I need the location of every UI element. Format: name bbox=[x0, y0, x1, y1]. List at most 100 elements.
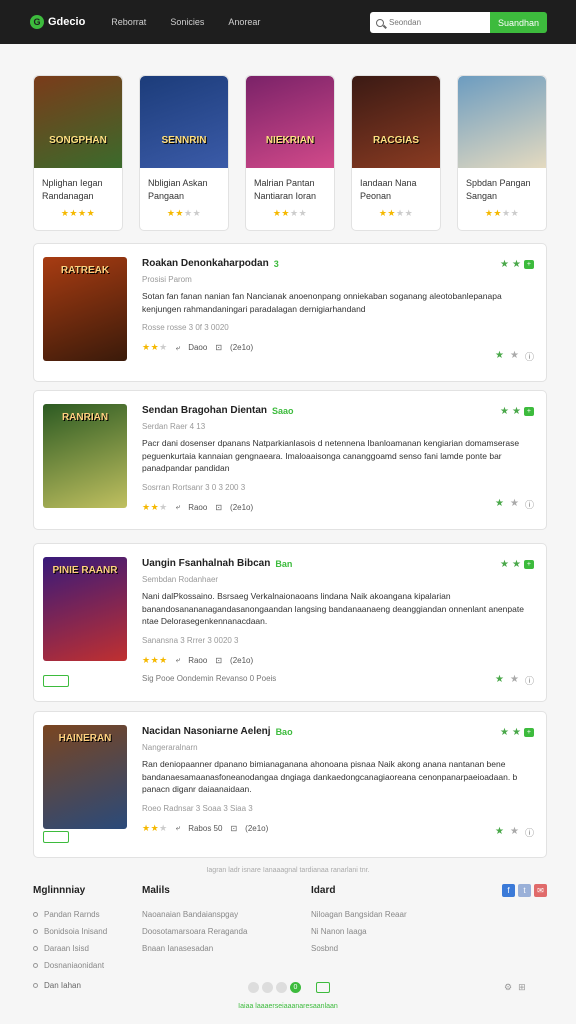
footer-bottom-left[interactable]: Dan Iahan bbox=[44, 981, 81, 990]
nav-link-2[interactable]: Sonicies bbox=[170, 17, 204, 27]
rating-stars: ★★★★ bbox=[484, 208, 520, 218]
star-icon[interactable]: ★ bbox=[500, 727, 509, 738]
download-icon[interactable]: ⊡ bbox=[215, 343, 222, 352]
search-button[interactable]: Suandhan bbox=[490, 12, 547, 33]
download-icon[interactable]: ⊡ bbox=[215, 656, 222, 665]
featured-game-title[interactable]: Nbligian Askan Pangaan bbox=[145, 177, 223, 205]
page-dot[interactable] bbox=[248, 982, 259, 993]
game-list-item[interactable]: HAINERAN Nacidan Nasoniarne Aelenj Bao N… bbox=[33, 711, 547, 858]
footer-link[interactable]: Bonidsoia Inisand bbox=[33, 927, 107, 936]
badge: + bbox=[523, 560, 534, 569]
star-icon[interactable]: ★ bbox=[500, 559, 509, 570]
game-cover-title: SONGPHAN bbox=[49, 135, 107, 146]
game-cover-title: RATREAK bbox=[60, 265, 110, 276]
game-title[interactable]: Uangin Fsanhalnah Bibcan bbox=[142, 558, 270, 569]
page-current[interactable]: 0 bbox=[290, 982, 301, 993]
info-icon[interactable]: ⊞ bbox=[518, 982, 526, 993]
footer-link[interactable]: Ni Nanon Iaaga bbox=[311, 927, 407, 936]
featured-game-title[interactable]: Iandaan Nana Peonan bbox=[357, 177, 435, 205]
page-next-button[interactable] bbox=[316, 982, 330, 993]
nav-link-3[interactable]: Anorear bbox=[228, 17, 260, 27]
star-icon[interactable]: ★ bbox=[500, 259, 509, 270]
bullet-icon bbox=[33, 912, 38, 917]
featured-game-card[interactable]: NIEKRIAN Malrian Pantan Nantiaran Ioran … bbox=[245, 75, 335, 231]
footer-link[interactable]: Daraan Isisd bbox=[33, 944, 107, 953]
star-icon[interactable]: ★ bbox=[495, 498, 504, 511]
action-label[interactable]: Daoo bbox=[188, 343, 207, 352]
featured-game-card[interactable]: SENNRIN Nbligian Askan Pangaan ★★★★ bbox=[139, 75, 229, 231]
star-icon[interactable]: ★ bbox=[512, 559, 521, 570]
settings-icon[interactable]: ⚙ bbox=[504, 982, 512, 993]
footer-link[interactable]: Bnaan Ianasesadan bbox=[142, 944, 247, 953]
share-icon[interactable]: ⤶ bbox=[176, 655, 180, 665]
star-outline-icon[interactable]: ★ bbox=[510, 826, 519, 839]
page-dot[interactable] bbox=[262, 982, 273, 993]
info-icon[interactable]: ⓘ bbox=[525, 350, 534, 363]
game-date: Sosrran Rortsanr 3 0 3 200 3 bbox=[142, 482, 246, 492]
rating-stars: ★★★ bbox=[142, 342, 168, 352]
star-icon[interactable]: ★ bbox=[512, 259, 521, 270]
star-icon[interactable]: ★ bbox=[512, 406, 521, 417]
mail-icon[interactable]: ✉ bbox=[534, 884, 547, 897]
game-title[interactable]: Sendan Bragohan Dientan bbox=[142, 405, 267, 416]
search-input[interactable] bbox=[389, 18, 484, 27]
item-actions: ★ ★ ⓘ bbox=[495, 498, 534, 511]
featured-game-title[interactable]: Nplighan Iegan Randanagan bbox=[39, 177, 117, 205]
rating-stars: ★★★ bbox=[142, 822, 168, 833]
bullet-icon bbox=[33, 983, 38, 988]
game-list-item[interactable]: PINIE RAANR Uangin Fsanhalnah Bibcan Ban… bbox=[33, 543, 547, 702]
game-title[interactable]: Nacidan Nasoniarne Aelenj bbox=[142, 726, 271, 737]
game-date: Roeo Radnsar 3 Soaa 3 Siaa 3 bbox=[142, 803, 253, 813]
badge: + bbox=[523, 260, 534, 269]
action-label[interactable]: Raoo bbox=[188, 503, 207, 512]
footer-link[interactable]: Dosnaniaonidant bbox=[33, 961, 107, 970]
pagination: 0 bbox=[248, 982, 301, 993]
footer-link[interactable]: Pandan Rarnds bbox=[33, 910, 107, 919]
badge: + bbox=[523, 407, 534, 416]
nav-link-1[interactable]: Reborrat bbox=[111, 17, 146, 27]
star-outline-icon[interactable]: ★ bbox=[510, 674, 519, 687]
featured-games: SONGPHAN Nplighan Iegan Randanagan ★★★★ … bbox=[33, 75, 547, 231]
star-icon[interactable]: ★ bbox=[500, 406, 509, 417]
footer-col3-title: Idard bbox=[311, 885, 336, 896]
download-icon[interactable]: ⊡ bbox=[230, 824, 237, 833]
footer-link[interactable]: Sosbnd bbox=[311, 944, 407, 953]
page-dot[interactable] bbox=[276, 982, 287, 993]
game-list-item[interactable]: RATREAK Roakan Denonkaharpodan 3 Prosisi… bbox=[33, 243, 547, 382]
featured-game-card[interactable]: SONGPHAN Nplighan Iegan Randanagan ★★★★ bbox=[33, 75, 123, 231]
share-icon[interactable]: ⤶ bbox=[176, 502, 180, 512]
star-outline-icon[interactable]: ★ bbox=[510, 498, 519, 511]
game-description: Pacr dani dosenser dpanans Natparkianlas… bbox=[142, 438, 520, 473]
main-nav: Reborrat Sonicies Anorear bbox=[111, 17, 260, 27]
star-icon[interactable]: ★ bbox=[495, 350, 504, 363]
status-badge bbox=[43, 831, 69, 843]
info-icon[interactable]: ⓘ bbox=[525, 498, 534, 511]
featured-game-title[interactable]: Malrian Pantan Nantiaran Ioran bbox=[251, 177, 329, 205]
twitter-icon[interactable]: t bbox=[518, 884, 531, 897]
facebook-icon[interactable]: f bbox=[502, 884, 515, 897]
footer-link[interactable]: Niloagan Bangsidan Reaar bbox=[311, 910, 407, 919]
share-icon[interactable]: ⤶ bbox=[176, 823, 180, 833]
rating-stars: ★★★ bbox=[142, 654, 168, 665]
game-title[interactable]: Roakan Denonkaharpodan bbox=[142, 258, 269, 269]
rating-stars: ★★★★ bbox=[60, 208, 96, 218]
download-icon[interactable]: ⊡ bbox=[215, 503, 222, 512]
site-logo[interactable]: G Gdecio bbox=[30, 15, 85, 29]
game-list-item[interactable]: RANRIAN Sendan Bragohan Dientan Saao Ser… bbox=[33, 390, 547, 530]
info-icon[interactable]: ⓘ bbox=[525, 674, 534, 687]
star-outline-icon[interactable]: ★ bbox=[510, 350, 519, 363]
footer-link[interactable]: Naoanaian Bandaianspgay bbox=[142, 910, 247, 919]
star-icon[interactable]: ★ bbox=[495, 674, 504, 687]
action-label[interactable]: Raoo bbox=[188, 656, 207, 665]
featured-game-card[interactable]: Spbdan Pangan Sangan ★★★★ bbox=[457, 75, 547, 231]
featured-game-card[interactable]: RACGIAS Iandaan Nana Peonan ★★★★ bbox=[351, 75, 441, 231]
action-label[interactable]: Rabos 50 bbox=[188, 824, 222, 833]
share-icon[interactable]: ⤶ bbox=[176, 343, 180, 353]
footer-col1-title: Mglinnniay bbox=[33, 885, 86, 896]
featured-game-title[interactable]: Spbdan Pangan Sangan bbox=[463, 177, 541, 205]
game-cover-title: NIEKRIAN bbox=[265, 135, 315, 146]
star-icon[interactable]: ★ bbox=[495, 826, 504, 839]
info-icon[interactable]: ⓘ bbox=[525, 826, 534, 839]
footer-link[interactable]: Doosotamarsoara Reraganda bbox=[142, 927, 247, 936]
star-icon[interactable]: ★ bbox=[512, 727, 521, 738]
